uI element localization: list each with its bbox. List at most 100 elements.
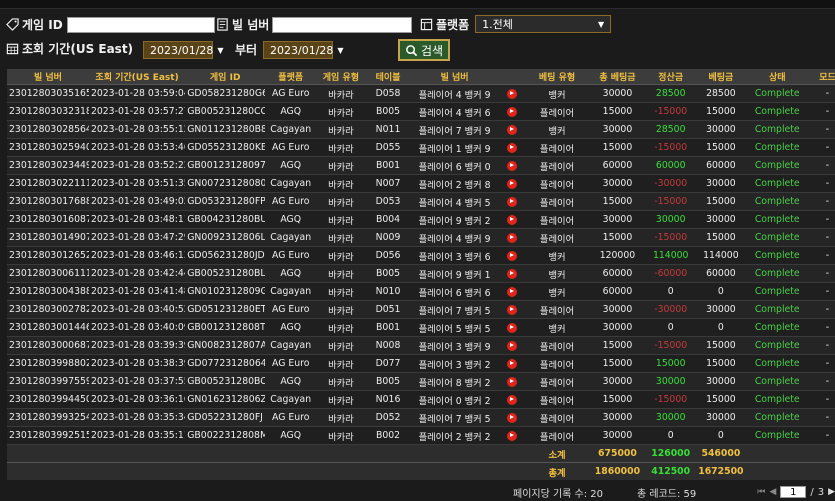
play-video-icon[interactable]: [506, 286, 517, 297]
total-row-total-bet: 1860000: [588, 462, 647, 480]
play-video-icon[interactable]: [506, 340, 517, 351]
platform-cell: Cagayan: [265, 228, 317, 247]
date-from[interactable]: 2023/01/28 ▼: [143, 41, 224, 59]
result-cell: 플레이어 2 뱅커 2: [410, 426, 499, 445]
table-row[interactable]: 230128030351654 2023-01-28 03:59:04 GD0582…: [7, 84, 835, 103]
game-id-input[interactable]: [66, 16, 215, 33]
period-cell: 2023-01-28 03:49:02: [88, 192, 186, 211]
bill-no-input[interactable]: [272, 16, 413, 33]
table-cell: B004: [365, 210, 411, 229]
table-cell: B005: [365, 264, 411, 283]
mode-cell: -: [807, 372, 835, 391]
play-video-icon[interactable]: [506, 304, 517, 315]
table-row[interactable]: 230128030006871 2023-01-28 03:39:39 GN0082…: [7, 336, 835, 355]
platform-select[interactable]: 1.전체 ▼: [475, 15, 612, 33]
period-cell: 2023-01-28 03:59:04: [88, 84, 186, 103]
total-bet-cell: 30000: [588, 174, 647, 193]
play-video-icon[interactable]: [506, 268, 517, 279]
play-video-icon[interactable]: [506, 394, 517, 405]
play-video-icon[interactable]: [506, 376, 517, 387]
date-from-picker[interactable]: 2023/01/28 ▼: [143, 41, 224, 59]
total-bet-cell: 60000: [588, 156, 647, 175]
table-row[interactable]: 230128030149073 2023-01-28 03:47:29 GN0092…: [7, 228, 835, 247]
table-row[interactable]: 230128030061118 2023-01-28 03:42:44 GB0052…: [7, 264, 835, 283]
play-video-icon[interactable]: [506, 142, 517, 153]
page-input[interactable]: 1: [780, 486, 807, 498]
table-row[interactable]: 230128030323187 2023-01-28 03:57:27 GB0052…: [7, 102, 835, 121]
total-bet-cell: 15000: [588, 390, 647, 409]
video-cell: [498, 210, 526, 229]
video-cell: [498, 354, 526, 373]
table-row[interactable]: 230128030027824 2023-01-28 03:40:52 GD0512…: [7, 300, 835, 319]
date-to[interactable]: 2023/01/28 ▼: [263, 41, 344, 59]
play-video-icon[interactable]: [506, 124, 517, 135]
search-button[interactable]: 검색: [398, 39, 451, 61]
video-cell: [498, 372, 526, 391]
period-cell: 2023-01-28 03:41:48: [88, 282, 186, 301]
game-id-cell: GN0162312806Z: [185, 390, 266, 409]
game-type-cell: 바카라: [316, 336, 366, 355]
status-cell: Complete: [746, 192, 808, 211]
table-cell: D052: [365, 408, 411, 427]
table-row[interactable]: 230128039988023 2023-01-28 03:38:39 GD0772…: [7, 354, 835, 373]
date-to-picker[interactable]: 2023/01/28 ▼: [263, 41, 344, 59]
result-cell: 플레이어 6 뱅커 0: [410, 156, 499, 175]
table-row[interactable]: 230128039932545 2023-01-28 03:35:34 GD0522…: [7, 408, 835, 427]
first-page-icon[interactable]: ⏮: [757, 487, 765, 497]
play-video-icon[interactable]: [506, 178, 517, 189]
table-row[interactable]: 230128030160876 2023-01-28 03:48:11 GB0042…: [7, 210, 835, 229]
play-video-icon[interactable]: [506, 214, 517, 225]
bill-no-cell: 230128030221112: [7, 174, 89, 193]
table-row[interactable]: 230128030285648 2023-01-28 03:55:12 GN0112…: [7, 120, 835, 139]
bet-cell: 15000: [695, 192, 747, 211]
table-row[interactable]: 230128030014468 2023-01-28 03:40:09 GB0012…: [7, 318, 835, 337]
total-bet-cell: 120000: [588, 246, 647, 265]
status-cell: Complete: [746, 120, 808, 139]
col-result-header: 빌 넘버: [410, 69, 499, 85]
platform-cell: AG Euro: [265, 192, 317, 211]
table-cell: N016: [365, 390, 411, 409]
table-row[interactable]: 230128030126527 2023-01-28 03:46:13 GD0562…: [7, 246, 835, 265]
filter-panel: 게임 ID 빌 넘버 플랫폼 1.전체 ▼ 조회 기간(US East) 202…: [0, 12, 835, 64]
bill-no-cell: 230128030259403: [7, 138, 89, 157]
play-video-icon[interactable]: [506, 412, 517, 423]
play-video-icon[interactable]: [506, 250, 517, 261]
total-bet-cell: 60000: [588, 282, 647, 301]
bet-type-cell: 뱅커: [525, 84, 589, 103]
play-video-icon[interactable]: [506, 160, 517, 171]
bill-no-label: 빌 넘버: [216, 16, 269, 33]
play-video-icon[interactable]: [506, 88, 517, 99]
play-video-icon[interactable]: [506, 196, 517, 207]
status-cell: Complete: [746, 336, 808, 355]
table-row[interactable]: 230128039975593 2023-01-28 03:37:55 GB0052…: [7, 372, 835, 391]
bet-cell: 28500: [695, 84, 747, 103]
next-page-icon[interactable]: ▶: [828, 487, 835, 497]
play-video-icon[interactable]: [506, 358, 517, 369]
table-row[interactable]: 230128030259403 2023-01-28 03:53:46 GD0552…: [7, 138, 835, 157]
status-cell: Complete: [746, 318, 808, 337]
play-video-icon[interactable]: [506, 430, 517, 441]
play-video-icon[interactable]: [506, 322, 517, 333]
platform-cell: Cagayan: [265, 336, 317, 355]
period-cell: 2023-01-28 03:40:52: [88, 300, 186, 319]
settle-cell: 28500: [646, 84, 696, 103]
mode-cell: -: [807, 282, 835, 301]
game-id-cell: GN011231280B8Y: [185, 120, 266, 139]
empty-cell: [807, 444, 835, 463]
mode-cell: -: [807, 174, 835, 193]
list-icon: [420, 18, 433, 30]
table-row[interactable]: 230128030221112 2023-01-28 03:51:35 GN0072…: [7, 174, 835, 193]
game-type-cell: 바카라: [316, 156, 366, 175]
video-cell: [498, 336, 526, 355]
prev-page-icon[interactable]: ◀: [769, 487, 776, 497]
play-video-icon[interactable]: [506, 106, 517, 117]
table-row[interactable]: 230128039944501 2023-01-28 03:36:16 GN0162…: [7, 390, 835, 409]
table-row[interactable]: 230128030176882 2023-01-28 03:49:02 GD0532…: [7, 192, 835, 211]
status-cell: Complete: [746, 138, 808, 157]
settle-cell: 30000: [646, 210, 696, 229]
result-cell: 플레이어 1 뱅커 9: [410, 138, 499, 157]
table-row[interactable]: 230128039925157 2023-01-28 03:35:11 GB0022…: [7, 426, 835, 445]
play-video-icon[interactable]: [506, 232, 517, 243]
table-row[interactable]: 230128030043880 2023-01-28 03:41:48 GN0102…: [7, 282, 835, 301]
table-row[interactable]: 230128030234490 2023-01-28 03:52:22 GB0012…: [7, 156, 835, 175]
